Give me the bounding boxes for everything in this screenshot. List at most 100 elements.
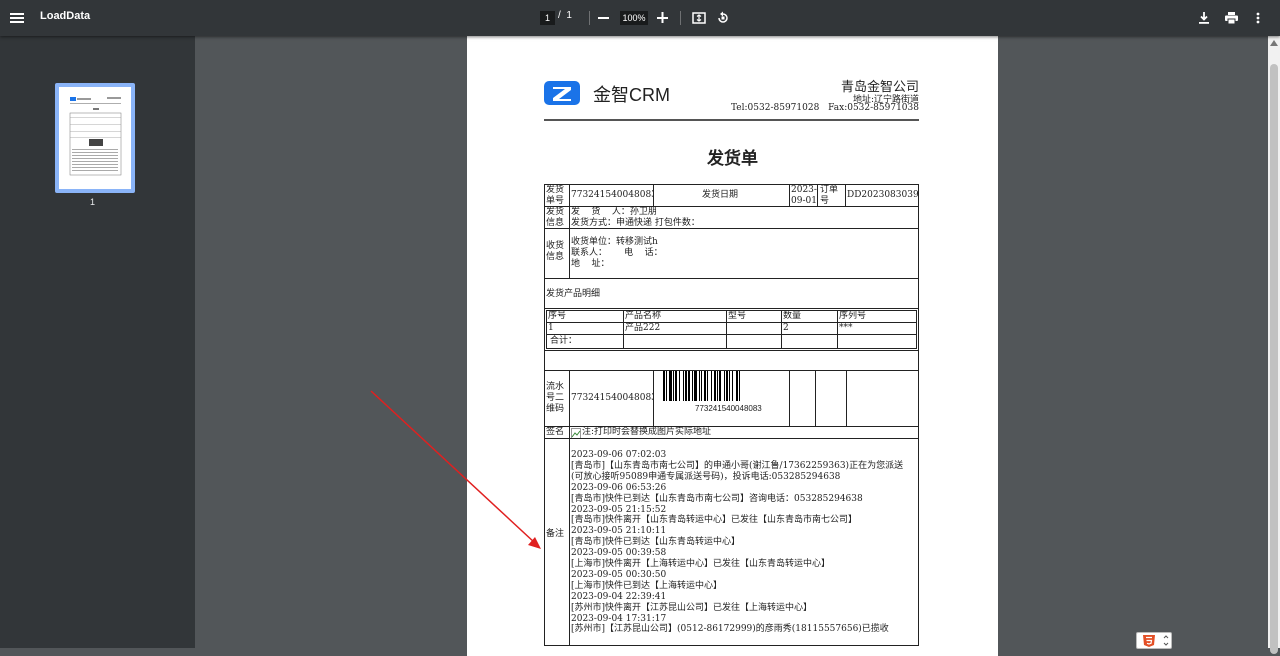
logistics-line: (可放心接听95089申通专属派送号码)，投诉电话:053285294638 [571, 472, 840, 483]
barcode-bar [724, 371, 725, 401]
barcode-bar [739, 371, 740, 401]
barcode-bar [675, 371, 677, 401]
product-table: 序号 产品名称 型号 数量 序列号 1 产品222 2 *** 合计： [544, 308, 919, 351]
shipment-no-value: 773241540048083 [569, 184, 654, 207]
logistics-line: [上海市]快件离开【上海转运中心】已发往【山东青岛转运中心】 [571, 559, 830, 570]
table-cell [623, 334, 727, 349]
logistics-line: [苏州市]【江苏昆山公司】(0512-86172999)的彦雨秀(1811555… [571, 624, 889, 635]
barcode-bar [673, 371, 674, 401]
spacer-row [544, 350, 919, 371]
page-number-input[interactable]: 1 [540, 11, 555, 25]
company-fax: Fax:0532-85971038 [828, 103, 919, 113]
recv-info-label: 收货信息 [544, 228, 570, 279]
logistics-line: [上海市]快件已到达【上海转运中心】 [571, 581, 722, 592]
toolbar-divider [680, 11, 681, 25]
remarks-label: 备注 [544, 438, 570, 646]
more-options-icon[interactable] [1246, 6, 1270, 30]
logistics-line: 2023-09-05 00:30:50 [571, 570, 666, 581]
barcode-bar [683, 371, 684, 401]
crm-logo-icon [544, 81, 580, 105]
brand-name: 金智CRM [593, 81, 670, 107]
barcode-image [661, 371, 785, 405]
menu-icon[interactable] [5, 6, 29, 30]
total-label: 合计： [546, 334, 624, 349]
barcode-bar [694, 371, 697, 401]
table-cell [837, 334, 917, 349]
logistics-line: [青岛市]快件已到达【山东青岛市南七公司】咨询电话：053285294638 [571, 494, 863, 505]
order-no-value: DD2023083039005 [845, 184, 919, 207]
page-thumbnail[interactable] [55, 83, 135, 193]
barcode-bar [726, 371, 728, 401]
barcode-cell: 773241540048083 [653, 370, 790, 427]
logistics-line: 2023-09-06 07:02:03 [571, 450, 666, 461]
page-total: / 1 [558, 10, 572, 21]
page-separator: / [558, 10, 561, 21]
html5-badge[interactable] [1136, 632, 1172, 649]
ship-info-value: 发 货 人：孙卫朋 发货方式：申通快递 打包件数： [569, 206, 919, 229]
scroll-up-icon[interactable] [1270, 40, 1278, 46]
empty-cell [846, 370, 919, 427]
barcode-number: 773241540048083 [695, 403, 762, 414]
ship-info-label: 发货信息 [544, 206, 570, 229]
barcode-bar [732, 371, 733, 401]
logistics-line: 2023-09-04 17:31:17 [571, 614, 666, 625]
table-cell [726, 334, 782, 349]
barcode-bar [669, 371, 672, 401]
logistics-line: 2023-09-04 22:39:41 [571, 592, 666, 603]
document-heading: 发货单 [467, 144, 998, 169]
logistics-line: 2023-09-05 21:10:11 [571, 526, 666, 537]
barcode-bar [692, 371, 693, 401]
barcode-bar [717, 371, 718, 401]
vertical-scrollbar[interactable] [1268, 36, 1280, 648]
barcode-bar [736, 371, 738, 401]
toolbar-divider [589, 11, 590, 25]
barcode-bar [707, 371, 708, 401]
header-divider [544, 119, 919, 121]
empty-cell [815, 370, 847, 427]
barcode-bar [729, 371, 730, 401]
scrollbar-thumb[interactable] [1270, 64, 1278, 654]
logistics-line: [青岛市]快件已到达【山东青岛转运中心】 [571, 537, 740, 548]
barcode-bar [679, 371, 680, 401]
thumbnail-sidebar: 1 [0, 36, 195, 648]
barcode-bar [719, 371, 721, 401]
barcode-bar [711, 371, 712, 401]
ship-date-label: 发货日期 [653, 184, 790, 207]
order-no-label: 订单号 [817, 184, 846, 207]
barcode-bar [666, 371, 667, 401]
viewer-toolbar: LoadData 1 / 1 100% [0, 0, 1280, 36]
zoom-level[interactable]: 100% [620, 11, 648, 25]
thumbnail-page-number: 1 [90, 197, 95, 207]
download-icon[interactable] [1192, 6, 1216, 30]
barcode-bar [704, 371, 706, 401]
page-count: 1 [566, 10, 572, 21]
zoom-in-icon[interactable] [651, 6, 675, 30]
barcode-bar [685, 371, 687, 401]
zoom-out-icon[interactable] [592, 6, 616, 30]
tracking-no-cell: 773241540048083 [569, 370, 654, 427]
rotate-icon[interactable] [711, 6, 735, 30]
shipment-no-label: 发货单号 [544, 184, 570, 207]
tracking-label: 流水号二维码 [544, 370, 570, 427]
thumbnail-preview [59, 87, 131, 189]
logistics-line: [苏州市]快件离开【江苏昆山公司】已发往【上海转运中心】 [571, 603, 812, 614]
products-heading: 发货产品明细 [544, 278, 919, 309]
logistics-line: [青岛市]快件离开【山东青岛转运中心】已发往【山东青岛市南七公司】 [571, 515, 857, 526]
print-icon[interactable] [1219, 6, 1243, 30]
barcode-bar [701, 371, 702, 401]
table-cell [781, 334, 838, 349]
logistics-line: 2023-09-06 06:53:26 [571, 483, 666, 494]
recv-info-value: 收货单位：转移测试h 联系人： 电 话： 地 址： [569, 228, 919, 279]
fit-page-icon[interactable] [687, 6, 711, 30]
ship-date-value: 2023-09-01 [789, 184, 818, 207]
logistics-line: 2023-09-05 00:39:58 [571, 548, 666, 559]
logistics-cell: 2023-09-06 07:02:03[青岛市]【山东青岛市南七公司】的申通小哥… [569, 438, 919, 646]
barcode-bar [714, 371, 716, 401]
logistics-line: 2023-09-05 21:15:52 [571, 505, 666, 516]
empty-cell [789, 370, 816, 427]
barcode-bar [688, 371, 690, 401]
pdf-page: 金智CRM 青岛金智公司 地址:辽宁路街道 Tel:0532-85971028 … [467, 36, 998, 656]
barcode-bar [663, 371, 665, 401]
document-title: LoadData [40, 10, 90, 22]
logistics-line: [青岛市]【山东青岛市南七公司】的申通小哥(谢江鲁/17362259363)正在… [571, 461, 903, 472]
